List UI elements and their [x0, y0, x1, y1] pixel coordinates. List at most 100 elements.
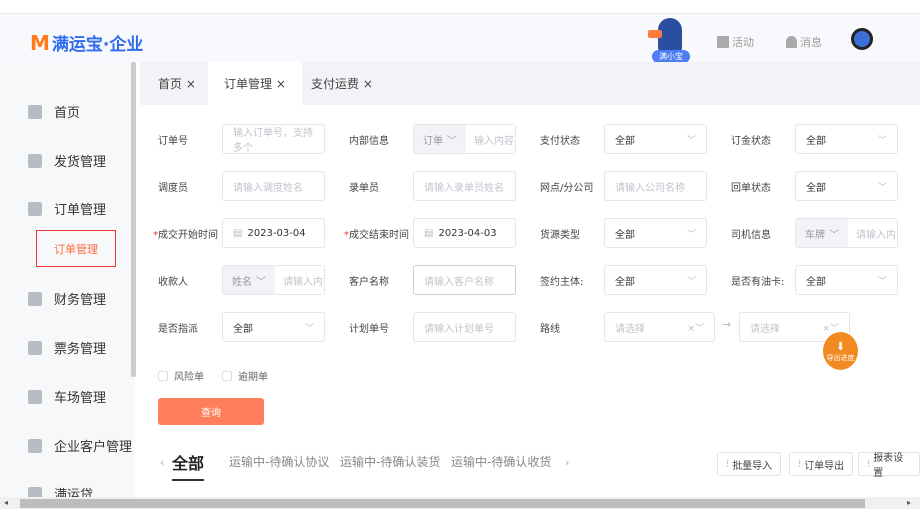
tab-pay-freight[interactable]: 支付运费 ×	[295, 62, 389, 105]
activity-button[interactable]: 活动	[717, 34, 754, 50]
payee-type-select[interactable]: 姓名 ﹀	[223, 266, 275, 294]
select-value: 全部	[615, 229, 635, 241]
query-button[interactable]: 查询	[158, 398, 264, 425]
status-tab-confirm-receipt[interactable]: 运输中-待确认收货	[451, 453, 551, 470]
ticket-icon	[28, 340, 42, 355]
scroll-right-icon[interactable]: ▸	[907, 498, 911, 507]
select-value: 订单	[423, 135, 443, 147]
date-value: 2023-04-03	[438, 227, 497, 239]
pay-status-select[interactable]: 全部 ﹀	[604, 124, 707, 154]
select-value: 车牌	[805, 229, 825, 241]
chevron-down-icon: ﹀	[877, 276, 887, 287]
internal-type-select[interactable]: 订单 ﹀	[414, 125, 466, 153]
sidebar-item-tickets[interactable]: 票务管理	[28, 338, 106, 357]
label-customer: 客户名称	[349, 277, 389, 288]
plan-no-input[interactable]: 请输入计划单号	[413, 312, 516, 342]
user-icon	[28, 438, 42, 453]
nav-label: 财务管理	[54, 293, 107, 308]
nav-label: 票务管理	[54, 342, 107, 357]
payee-field[interactable]: 姓名 ﹀ 请输入内容	[222, 265, 325, 295]
receipt-status-select[interactable]: 全部 ﹀	[795, 171, 898, 201]
sidebar	[0, 62, 135, 497]
label-end-time: *成交结束时间	[344, 230, 409, 241]
chevron-left-icon[interactable]: ‹	[160, 456, 164, 469]
dispatcher-input[interactable]: 请输入调度姓名	[222, 171, 325, 201]
mascot-assistant[interactable]: 满小宝	[648, 16, 692, 63]
chevron-down-icon: ﹀	[829, 229, 839, 241]
order-no-input[interactable]: 输入订单号，支持多个	[222, 124, 325, 154]
messages-label: 消息	[800, 36, 822, 49]
chevron-down-icon: ﹀	[447, 135, 457, 147]
scroll-left-icon[interactable]: ◂	[4, 498, 8, 507]
nav-label: 车场管理	[54, 391, 107, 406]
scrollbar-thumb[interactable]	[20, 499, 865, 508]
sidebar-item-orders[interactable]: 订单管理	[28, 199, 106, 218]
logo[interactable]: M 满运宝·企业	[30, 30, 143, 56]
driver-info-field[interactable]: 车牌 ﹀ 请输入内容	[795, 218, 898, 248]
status-tab-confirm-agreement[interactable]: 运输中-待确认协议	[229, 453, 329, 470]
nav-label: 企业客户管理	[54, 440, 133, 455]
label-start-time: *成交开始时间	[153, 230, 218, 241]
nav-label: 首页	[54, 106, 81, 121]
select-value: 全部	[233, 323, 253, 335]
messages-button[interactable]: 消息	[786, 34, 822, 50]
overdue-checkbox[interactable]: 逾期单	[222, 368, 268, 383]
gift-icon	[717, 36, 729, 48]
button-label: 批量导入	[732, 460, 773, 472]
cargo-type-select[interactable]: 全部 ﹀	[604, 218, 707, 248]
sidebar-subitem-order-management[interactable]: 订单管理	[36, 230, 116, 267]
chevron-down-icon: ﹀	[877, 182, 887, 193]
internal-info-input[interactable]: 输入内容	[466, 125, 515, 153]
driver-info-input[interactable]: 请输入内容	[848, 219, 897, 247]
start-date-picker[interactable]: ▤ 2023-03-04	[222, 218, 325, 248]
select-value: 全部	[806, 182, 826, 194]
oil-card-select[interactable]: 全部 ﹀	[795, 265, 898, 295]
label-cargo-type: 货源类型	[540, 230, 580, 241]
assigned-select[interactable]: 全部 ﹀	[222, 312, 325, 342]
activity-label: 活动	[732, 36, 754, 49]
sidebar-item-yard[interactable]: 车场管理	[28, 387, 106, 406]
payee-input[interactable]: 请输入内容	[275, 266, 324, 294]
label-deposit-status: 订金状态	[731, 136, 771, 147]
export-progress-label: 导出进度	[826, 353, 855, 362]
sidebar-item-shipping[interactable]: 发货管理	[28, 151, 106, 170]
status-tab-confirm-loading[interactable]: 运输中-待确认装货	[340, 453, 440, 470]
checkbox-label: 逾期单	[238, 372, 268, 383]
export-progress-button[interactable]: ⬇ 导出进度	[823, 332, 858, 370]
driver-type-select[interactable]: 车牌 ﹀	[796, 219, 848, 247]
sign-entity-select[interactable]: 全部 ﹀	[604, 265, 707, 295]
batch-import-button[interactable]: ⁝ 批量导入	[717, 452, 782, 476]
bell-icon	[786, 36, 797, 48]
chevron-right-icon[interactable]: ›	[565, 456, 569, 469]
report-settings-button[interactable]: ⁝ 报表设置	[858, 452, 920, 479]
calendar-icon: ▤	[233, 227, 243, 239]
sidebar-item-customers[interactable]: 企业客户管理	[28, 436, 132, 455]
internal-info-field[interactable]: 订单 ﹀ 输入内容	[413, 124, 516, 154]
date-value: 2023-03-04	[247, 227, 306, 239]
clipboard-icon	[28, 153, 42, 168]
label-text: 成交开始时间	[158, 230, 218, 241]
select-value: 全部	[806, 276, 826, 288]
chevron-down-icon: ﹀	[686, 276, 696, 287]
tab-home[interactable]: 首页 ×	[142, 62, 212, 105]
select-value: 全部	[615, 276, 635, 288]
customer-input[interactable]: 请输入客户名称	[413, 265, 516, 295]
tab-order-management[interactable]: 订单管理 ×	[208, 62, 302, 105]
order-export-button[interactable]: ⁝ 订单导出	[789, 452, 854, 476]
end-date-picker[interactable]: ▤ 2023-04-03	[413, 218, 516, 248]
select-value: 姓名	[232, 276, 252, 288]
branch-input[interactable]: 请输入公司名称	[604, 171, 707, 201]
avatar[interactable]	[851, 28, 873, 50]
label-route: 路线	[540, 324, 560, 335]
deposit-status-select[interactable]: 全部 ﹀	[795, 124, 898, 154]
risk-checkbox[interactable]: 风险单	[158, 368, 204, 383]
sidebar-item-home[interactable]: 首页	[28, 102, 80, 121]
wallet-icon	[28, 291, 42, 306]
sidebar-scrollbar[interactable]	[131, 62, 136, 377]
chevron-down-icon: ﹀	[877, 135, 887, 146]
sidebar-item-finance[interactable]: 财务管理	[28, 289, 106, 308]
route-from-select[interactable]: 请选择 ×﹀	[604, 312, 715, 342]
recorder-input[interactable]: 请输入录单员姓名	[413, 171, 516, 201]
status-tab-all[interactable]: 全部	[172, 450, 205, 481]
truck-icon	[28, 389, 42, 404]
